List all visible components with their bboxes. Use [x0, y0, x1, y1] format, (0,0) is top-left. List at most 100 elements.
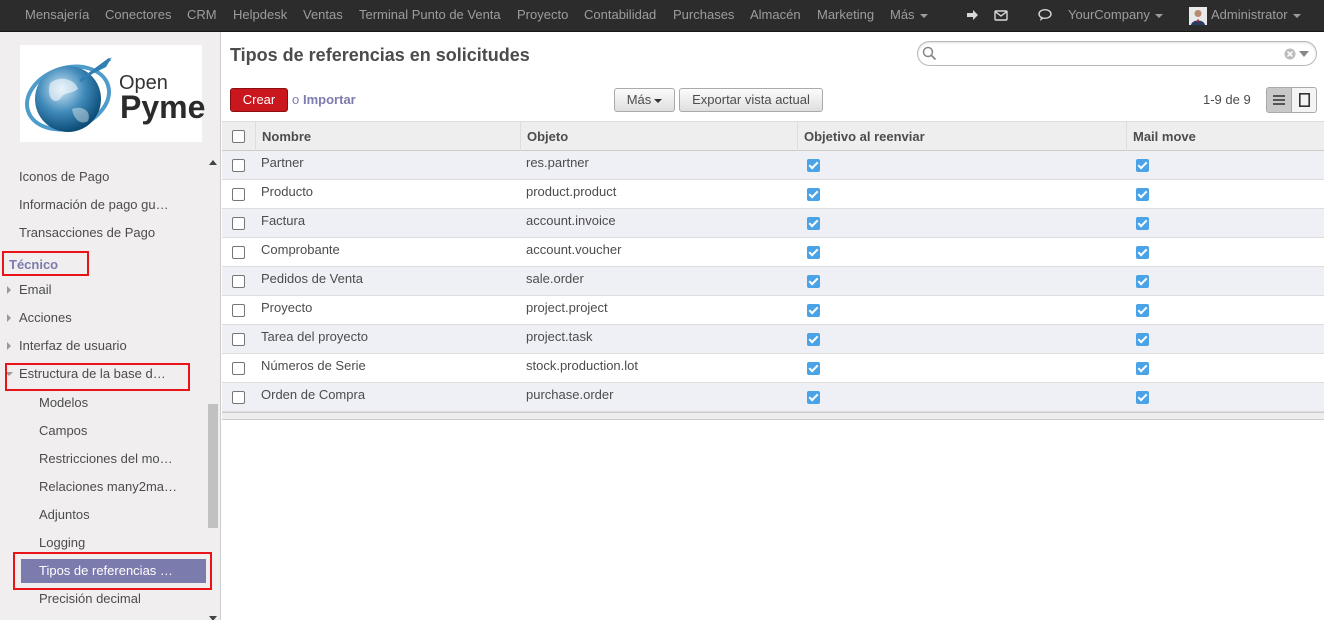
row-select-checkbox[interactable] [232, 391, 245, 404]
sidebar-item-label: Acciones [19, 310, 72, 325]
search-input[interactable] [917, 41, 1317, 66]
row-select-checkbox[interactable] [232, 217, 245, 230]
sidebar-item-adjuntos[interactable]: Adjuntos [0, 503, 210, 527]
cell-nombre: Comprobante [261, 242, 340, 257]
column-header-objeto[interactable]: Objeto [520, 122, 797, 151]
scroll-up-icon[interactable] [209, 160, 217, 165]
cell-objetivo-checkbox [807, 391, 820, 404]
chevron-down-icon [654, 98, 663, 103]
chevron-down-icon [1154, 13, 1163, 18]
menu-purchases[interactable]: Purchases [673, 0, 734, 32]
row-select-checkbox[interactable] [232, 188, 245, 201]
caret-right-icon [7, 342, 11, 350]
export-view-button[interactable]: Exportar vista actual [679, 88, 823, 112]
sidebar-item-email[interactable]: Email [0, 278, 210, 302]
avatar [1189, 6, 1207, 25]
menu-almacen[interactable]: Almacén [750, 0, 801, 32]
menu-contabilidad[interactable]: Contabilidad [584, 0, 656, 32]
table-row[interactable]: Orden de Compra purchase.order [222, 383, 1324, 412]
cell-objeto: project.task [526, 329, 593, 344]
row-select-checkbox[interactable] [232, 246, 245, 259]
cell-objetivo-checkbox [807, 333, 820, 346]
menu-marketing[interactable]: Marketing [817, 0, 874, 32]
form-view-button[interactable] [1291, 87, 1317, 113]
cell-nombre: Pedidos de Venta [261, 271, 363, 286]
search-text-field[interactable] [940, 45, 1280, 63]
sidebar-item-informacion-de-pago[interactable]: Información de pago gu… [0, 193, 210, 217]
cell-mail-move-checkbox [1136, 391, 1149, 404]
cell-objeto: res.partner [526, 155, 589, 170]
cell-objeto: account.invoice [526, 213, 616, 228]
user-name: Administrator [1211, 7, 1288, 22]
sidebar-item-campos[interactable]: Campos [0, 419, 210, 443]
row-select-checkbox[interactable] [232, 304, 245, 317]
cell-objetivo-checkbox [807, 275, 820, 288]
highlight-box [13, 552, 212, 590]
mail-icon[interactable] [994, 8, 1008, 22]
table-row[interactable]: Números de Serie stock.production.lot [222, 354, 1324, 383]
row-select-checkbox[interactable] [232, 362, 245, 375]
sign-in-icon[interactable] [966, 8, 980, 22]
table-header: Nombre Objeto Objetivo al reenviar Mail … [222, 121, 1324, 151]
sidebar-item-precision-decimal[interactable]: Precisión decimal [0, 587, 210, 611]
table-row[interactable]: Factura account.invoice [222, 209, 1324, 238]
row-select-checkbox[interactable] [232, 333, 245, 346]
clear-icon[interactable] [1284, 48, 1296, 60]
import-link[interactable]: Importar [303, 92, 356, 107]
sidebar-item-iconos-de-pago[interactable]: Iconos de Pago [0, 165, 210, 189]
table-row[interactable]: Partner res.partner [222, 151, 1324, 180]
company-switcher[interactable]: YourCompany [1068, 0, 1163, 32]
table-row[interactable]: Proyecto project.project [222, 296, 1324, 325]
scroll-down-icon[interactable] [209, 616, 217, 620]
table-row[interactable]: Producto product.product [222, 180, 1324, 209]
table-row[interactable]: Pedidos de Venta sale.order [222, 267, 1324, 296]
menu-conectores[interactable]: Conectores [105, 0, 171, 32]
scrollbar-thumb[interactable] [208, 404, 218, 528]
menu-ventas[interactable]: Ventas [303, 0, 343, 32]
sidebar-item-modelos[interactable]: Modelos [0, 391, 210, 415]
menu-mensajeria[interactable]: Mensajería [25, 0, 89, 32]
table-row[interactable]: Tarea del proyecto project.task [222, 325, 1324, 354]
highlight-box [2, 251, 89, 276]
menu-helpdesk[interactable]: Helpdesk [233, 0, 287, 32]
sidebar-item-restricciones[interactable]: Restricciones del mo… [0, 447, 210, 471]
menu-proyecto[interactable]: Proyecto [517, 0, 568, 32]
create-button[interactable]: Crear [230, 88, 288, 112]
table-row[interactable]: Comprobante account.voucher [222, 238, 1324, 267]
page-title: Tipos de referencias en solicitudes [230, 45, 530, 65]
search-options-icon[interactable] [1299, 51, 1309, 58]
sidebar-item-label: Email [19, 282, 52, 297]
cell-objeto: stock.production.lot [526, 358, 639, 373]
column-header-objetivo-al-reenviar[interactable]: Objetivo al reenviar [797, 122, 1126, 151]
sidebar-scrollbar[interactable] [207, 156, 219, 620]
chevron-down-icon [1292, 13, 1301, 18]
sidebar-item-interfaz-de-usuario[interactable]: Interfaz de usuario [0, 334, 210, 358]
cell-nombre: Proyecto [261, 300, 313, 315]
menu-terminal-punto-de-venta[interactable]: Terminal Punto de Venta [359, 0, 501, 32]
chat-icon[interactable] [1038, 8, 1052, 22]
row-select-checkbox[interactable] [232, 275, 245, 288]
list-view-button[interactable] [1266, 87, 1292, 113]
cell-objeto: purchase.order [526, 387, 614, 402]
select-all-checkbox[interactable] [232, 130, 245, 143]
sidebar: Open Pyme Iconos de Pago Información de … [0, 32, 221, 620]
menu-more-dropdown[interactable]: Más [890, 0, 928, 32]
cell-objetivo-checkbox [807, 362, 820, 375]
sidebar-item-transacciones-de-pago[interactable]: Transacciones de Pago [0, 221, 210, 245]
more-actions-button[interactable]: Más [614, 88, 675, 112]
cell-nombre: Números de Serie [261, 358, 366, 373]
pager-counter[interactable]: 1-9 de 9 [1203, 92, 1251, 107]
top-navigation-bar: Mensajería Conectores CRM Helpdesk Venta… [0, 0, 1324, 32]
user-menu[interactable]: Administrator [1189, 0, 1301, 32]
search-icon [922, 46, 937, 61]
cell-mail-move-checkbox [1136, 275, 1149, 288]
column-header-mail-move[interactable]: Mail move [1126, 122, 1324, 151]
cell-mail-move-checkbox [1136, 304, 1149, 317]
more-button-label: Más [626, 92, 652, 107]
menu-crm[interactable]: CRM [187, 0, 217, 32]
sidebar-item-relaciones-many2many[interactable]: Relaciones many2ma… [0, 475, 210, 499]
column-header-nombre[interactable]: Nombre [255, 122, 520, 151]
cell-objeto: project.project [526, 300, 608, 315]
row-select-checkbox[interactable] [232, 159, 245, 172]
sidebar-item-acciones[interactable]: Acciones [0, 306, 210, 330]
